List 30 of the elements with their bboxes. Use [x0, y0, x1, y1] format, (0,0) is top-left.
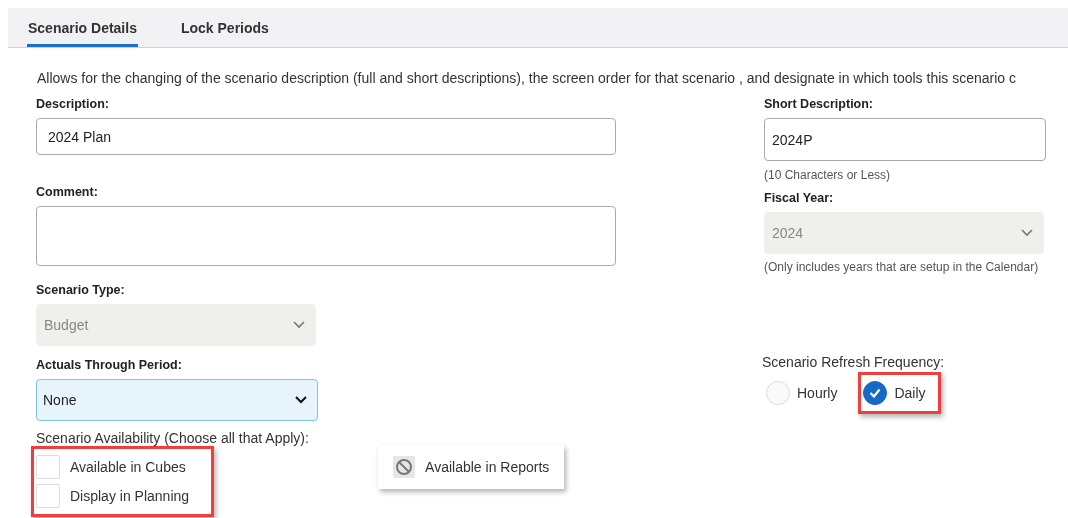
chevron-down-icon: [1021, 229, 1033, 237]
chevron-down-icon: [295, 396, 307, 404]
radio-label: Daily: [894, 385, 926, 401]
short-description-field[interactable]: 2024P: [764, 118, 1046, 161]
field-label: Short Description:: [764, 97, 874, 111]
comment-field[interactable]: [36, 206, 616, 266]
availability-label: Scenario Availability (Choose all that Apply):: [36, 430, 309, 446]
checkbox-label: Display in Planning: [70, 488, 190, 504]
radio-button[interactable]: [863, 381, 888, 405]
hint-text: (10 Characters or Less): [764, 168, 891, 182]
actuals-period-select[interactable]: None: [36, 379, 318, 421]
hint-text: (Only includes years that are setup in the Calendar): [764, 260, 1039, 274]
radio-label: Hourly: [797, 385, 838, 401]
tab[interactable]: Scenario Details: [27, 20, 138, 47]
chevron-down-icon: [293, 321, 305, 329]
tab[interactable]: Lock Periods: [179, 20, 270, 47]
checkbox-label: Available in Cubes: [70, 459, 186, 475]
refresh-frequency-label: Scenario Refresh Frequency:: [762, 354, 945, 370]
description-field[interactable]: 2024 Plan: [36, 118, 616, 155]
check-icon: [869, 388, 882, 398]
field-label: Description:: [36, 97, 109, 111]
field-label: Scenario Type:: [36, 283, 125, 297]
checkbox-label: Available in Reports: [425, 459, 550, 475]
prohibited-icon[interactable]: [393, 456, 416, 478]
checkbox[interactable]: [36, 455, 60, 479]
field-label: Actuals Through Period:: [36, 358, 182, 372]
field-label: Fiscal Year:: [764, 191, 834, 205]
checkbox[interactable]: [36, 484, 60, 508]
intro-text: Allows for the changing of the scenario description (full and short descriptions), the screen order for that scenario , and designate in which tools this scenario c: [37, 70, 1017, 86]
field-label: Comment:: [36, 185, 98, 199]
